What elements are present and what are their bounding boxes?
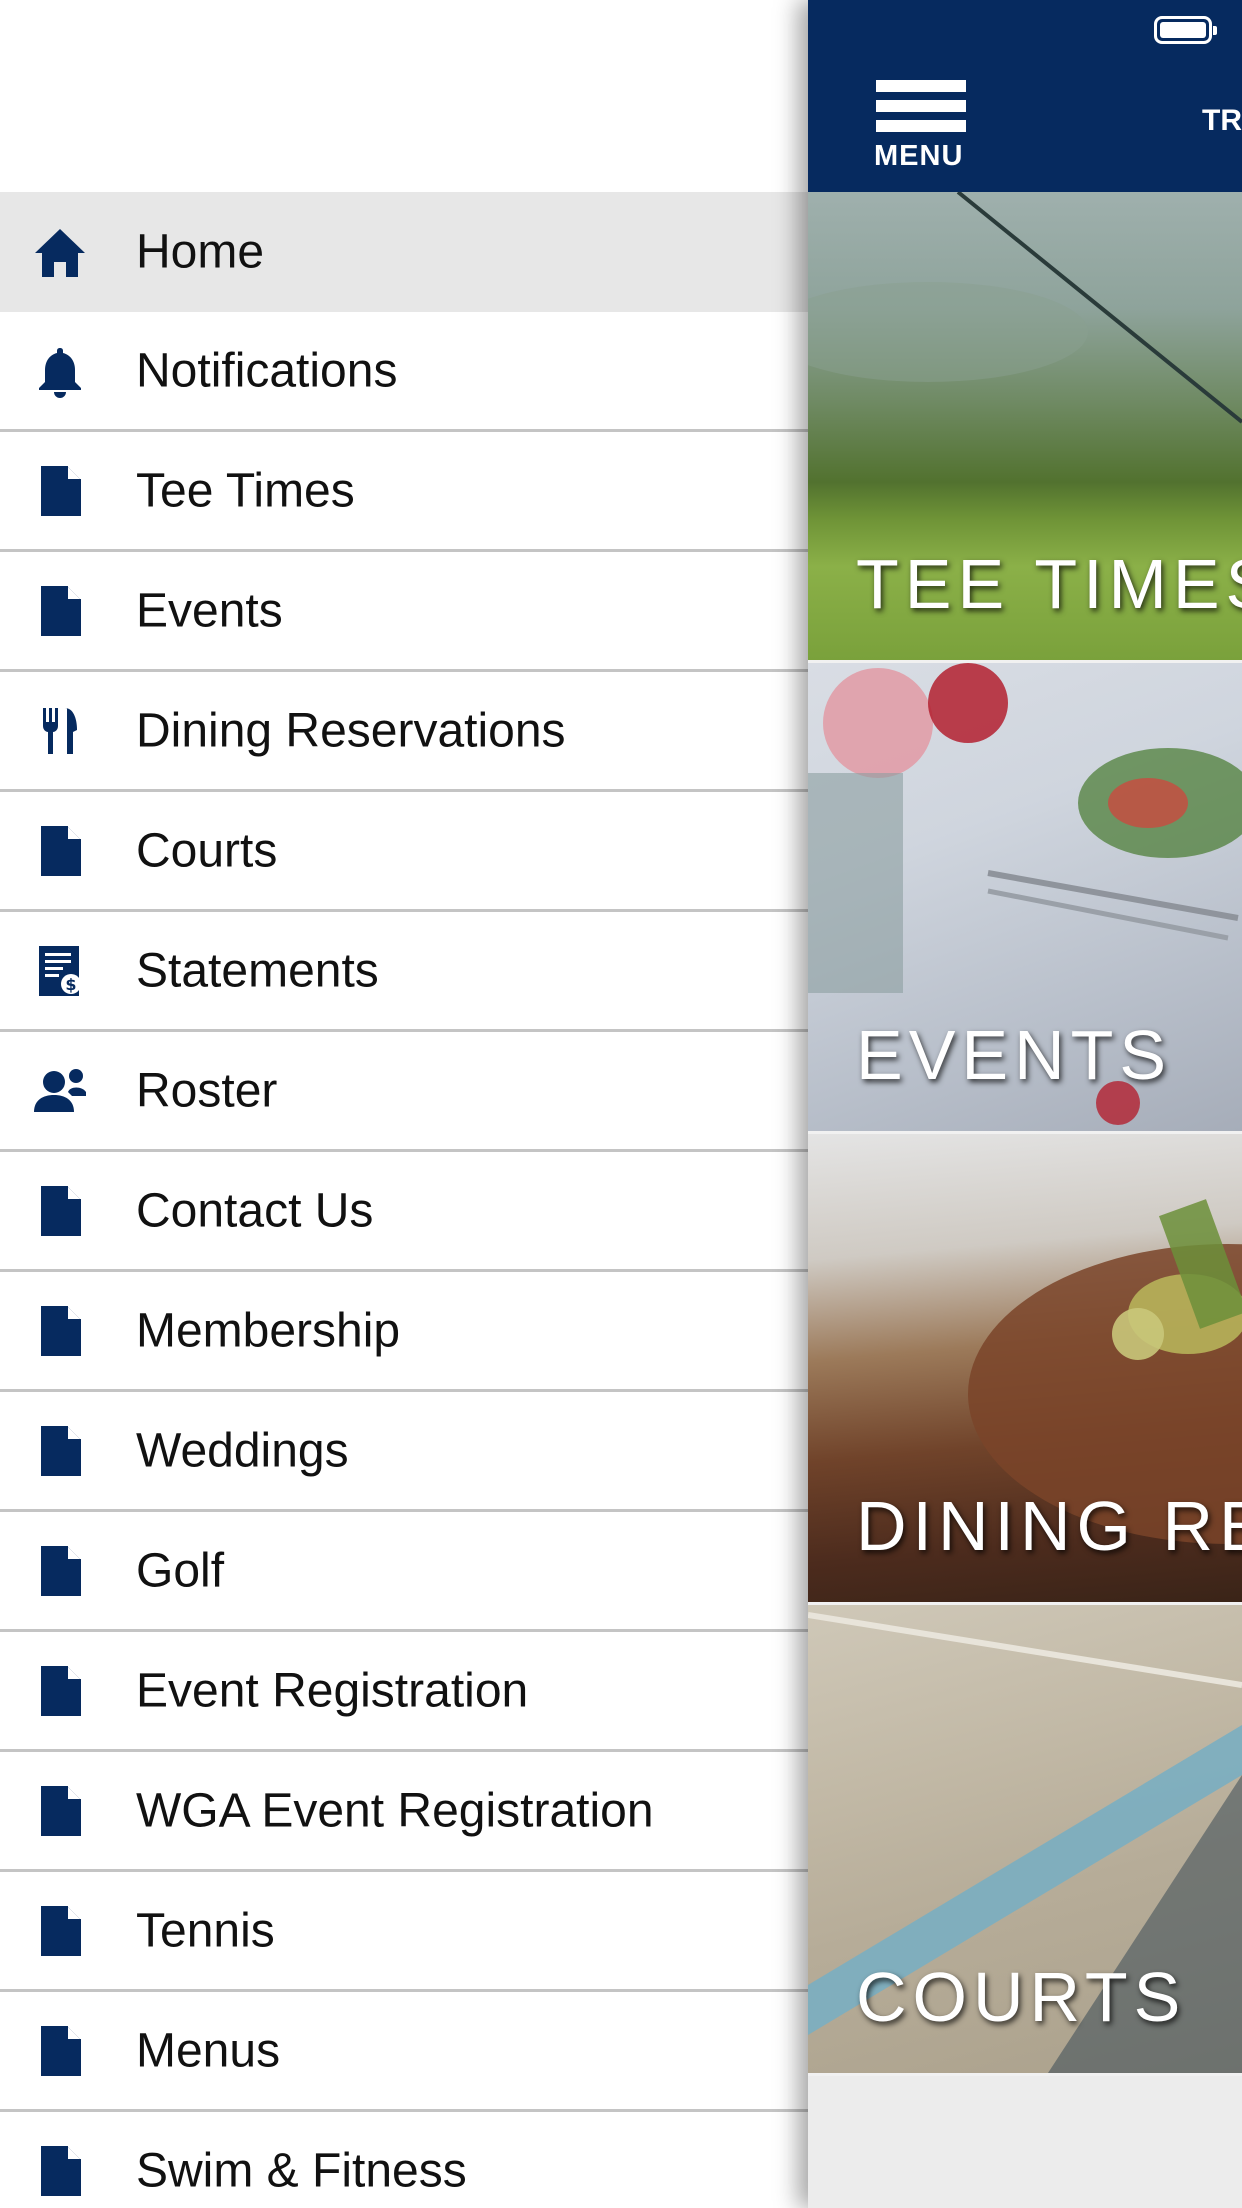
menu-item-tee-times[interactable]: Tee Times [0, 432, 808, 552]
document-icon [30, 461, 90, 521]
tile-tee-times[interactable]: TEE TIMES [808, 192, 1242, 660]
home-icon [30, 222, 90, 282]
tile-label: EVENTS [856, 1016, 1173, 1094]
menu-button-label: MENU [874, 140, 964, 172]
menu-item-label: Menus [136, 2024, 281, 2077]
menu-item-label: Tennis [136, 1904, 275, 1957]
tile-label: TEE TIMES [856, 545, 1242, 623]
utensils-icon [30, 701, 90, 761]
document-icon [30, 581, 90, 641]
document-icon [30, 2021, 90, 2081]
document-icon [30, 1781, 90, 1841]
document-icon [30, 1901, 90, 1961]
battery-icon [1154, 16, 1217, 44]
document-icon [30, 1661, 90, 1721]
menu-item-label: Events [136, 584, 283, 637]
menu-item-label: Golf [136, 1544, 225, 1597]
document-icon [30, 1421, 90, 1481]
menu-item-label: Swim & Fitness [136, 2144, 467, 2197]
drawer-menu-list: Home Notifications Tee Times Events Dini [0, 192, 808, 2208]
menu-item-label: Tee Times [136, 464, 355, 517]
menu-item-courts[interactable]: Courts [0, 792, 808, 912]
statement-icon: $ [30, 941, 90, 1001]
menu-item-dining-reservations[interactable]: Dining Reservations [0, 672, 808, 792]
roster-icon [30, 1061, 90, 1121]
header-title: TR [1202, 104, 1242, 137]
menu-item-roster[interactable]: Roster [0, 1032, 808, 1152]
bell-icon [30, 341, 90, 401]
menu-item-tennis[interactable]: Tennis [0, 1872, 808, 1992]
menu-item-contact-us[interactable]: Contact Us [0, 1152, 808, 1272]
menu-item-label: Courts [136, 824, 278, 877]
menu-item-event-registration[interactable]: Event Registration [0, 1632, 808, 1752]
menu-item-label: Home [136, 225, 265, 279]
menu-item-home[interactable]: Home [0, 192, 808, 312]
menu-item-weddings[interactable]: Weddings [0, 1392, 808, 1512]
menu-item-statements[interactable]: $ Statements [0, 912, 808, 1032]
menu-item-label: Event Registration [136, 1664, 529, 1717]
document-icon [30, 821, 90, 881]
menu-item-label: Membership [136, 1304, 401, 1357]
tile-next[interactable] [808, 2076, 1242, 2208]
tile-label: COURTS [856, 1958, 1187, 2036]
menu-item-swim-fitness[interactable]: Swim & Fitness [0, 2112, 808, 2208]
svg-text:$: $ [65, 975, 76, 994]
tile-label: DINING RE [856, 1487, 1242, 1565]
document-icon [30, 1301, 90, 1361]
menu-item-label: Contact Us [136, 1184, 374, 1237]
menu-item-wga-event-registration[interactable]: WGA Event Registration [0, 1752, 808, 1872]
app-header: MENU TR [808, 0, 1242, 192]
menu-item-label: Weddings [136, 1424, 349, 1477]
tile-dining-reservations[interactable]: DINING RE [808, 1134, 1242, 1602]
menu-item-events[interactable]: Events [0, 552, 808, 672]
menu-item-menus[interactable]: Menus [0, 1992, 808, 2112]
tile-courts[interactable]: COURTS [808, 1605, 1242, 2073]
menu-item-label: WGA Event Registration [136, 1784, 654, 1837]
menu-button[interactable]: MENU [864, 78, 966, 178]
tile-events[interactable]: EVENTS [808, 663, 1242, 1131]
menu-item-label: Statements [136, 944, 379, 997]
menu-item-golf[interactable]: Golf [0, 1512, 808, 1632]
menu-item-membership[interactable]: Membership [0, 1272, 808, 1392]
document-icon [30, 1541, 90, 1601]
document-icon [30, 1181, 90, 1241]
menu-item-label: Roster [136, 1064, 278, 1117]
menu-item-label: Dining Reservations [136, 704, 566, 757]
menu-item-label: Notifications [136, 344, 398, 397]
document-icon [30, 2141, 90, 2201]
menu-item-notifications[interactable]: Notifications [0, 312, 808, 432]
navigation-drawer: Home Notifications Tee Times Events Dini [0, 0, 808, 2208]
main-panel: MENU TR TEE TIMES EVENTS DINING RE COURT… [808, 0, 1242, 2208]
drawer-header [0, 0, 808, 192]
